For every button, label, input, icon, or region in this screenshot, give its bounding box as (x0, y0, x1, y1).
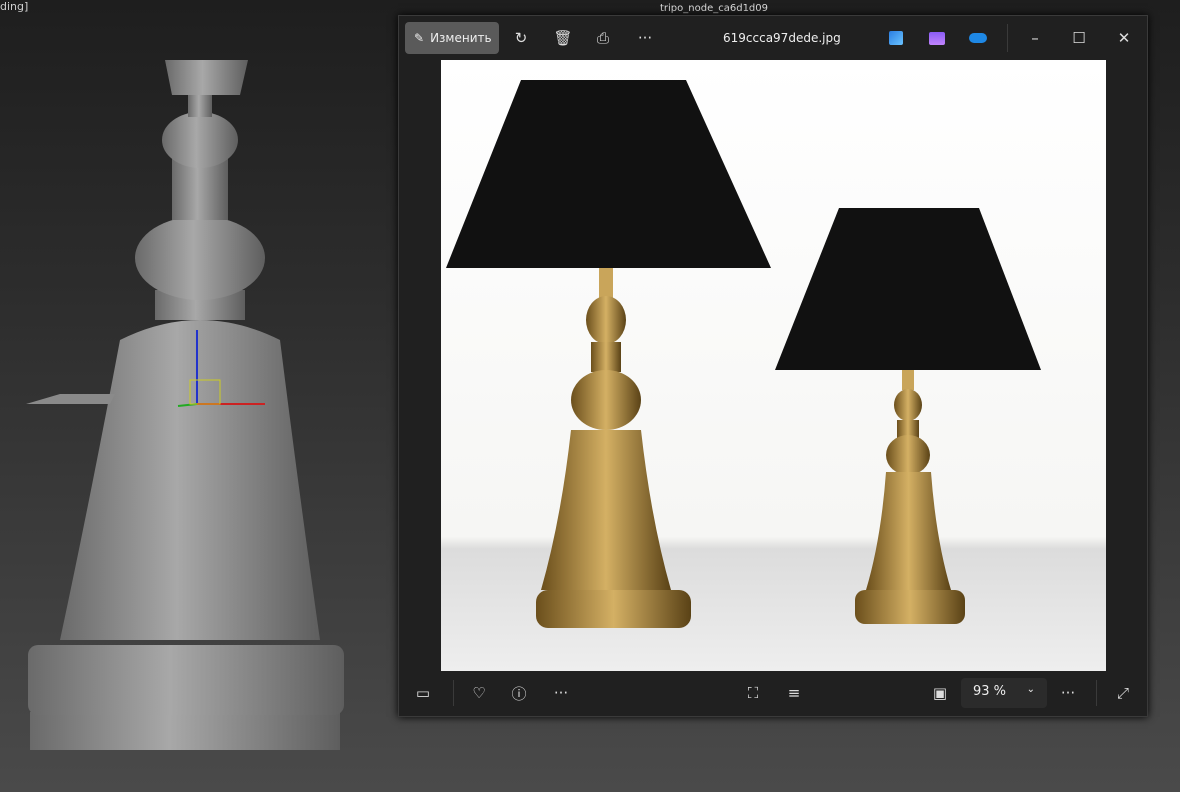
favorite-icon: ♡ (472, 684, 486, 702)
favorite-button[interactable]: ♡ (465, 679, 493, 707)
edit-button[interactable]: ✎ Изменить (405, 22, 499, 54)
scan-button[interactable]: ⛶ (739, 679, 767, 707)
zoom-dropdown[interactable]: 93 % ⌄ (961, 678, 1047, 708)
photo-canvas[interactable] (441, 60, 1106, 671)
rotate-icon: ↻ (514, 29, 528, 47)
more-icon: ··· (637, 29, 653, 47)
text-recognition-icon: ≡ (787, 684, 801, 702)
minimize-button[interactable]: – (1021, 24, 1049, 52)
lamp-3d-model[interactable] (0, 0, 400, 792)
close-icon: ✕ (1117, 29, 1131, 47)
clipchamp-button[interactable] (923, 24, 951, 52)
photos-editor-button[interactable] (882, 24, 910, 52)
onedrive-icon (969, 33, 987, 43)
file-name: 619ccca97dede.jpg (723, 31, 841, 45)
maximize-button[interactable]: ☐ (1065, 24, 1093, 52)
more-button[interactable]: ··· (547, 679, 575, 707)
filmstrip-button[interactable]: ▭ (409, 679, 437, 707)
close-button[interactable]: ✕ (1110, 24, 1138, 52)
maximize-icon: ☐ (1072, 29, 1086, 47)
top-toolbar: ✎ Изменить ↻ 🗑 ⎙ ··· 619ccca97dede.jpg – … (399, 16, 1147, 60)
more-icon: ··· (553, 684, 569, 702)
info-icon: ⓘ (511, 684, 527, 703)
photo-viewer-window: ✎ Изменить ↻ 🗑 ⎙ ··· 619ccca97dede.jpg – … (398, 15, 1148, 717)
print-button[interactable]: ⎙ (589, 24, 617, 52)
minimize-icon: – (1031, 29, 1039, 47)
scan-icon: ⛶ (747, 684, 759, 702)
actual-size-button[interactable]: ▣ (926, 679, 954, 707)
fullscreen-button[interactable]: ⤢ (1109, 679, 1137, 707)
fullscreen-icon: ⤢ (1116, 684, 1129, 702)
bottom-toolbar: ▭ ♡ ⓘ ··· ⛶ ≡ ▣ 93 % ⌄ ··· ⤢ (399, 670, 1147, 716)
more-button[interactable]: ··· (631, 24, 659, 52)
print-icon: ⎙ (596, 29, 609, 47)
clipchamp-icon (929, 31, 945, 45)
window-title: tripo_node_ca6d1d09 (660, 3, 769, 14)
lamps-photo (446, 80, 1041, 628)
photos-editor-icon (889, 31, 903, 45)
actual-size-icon: ▣ (932, 684, 948, 702)
more-icon: ··· (1060, 684, 1076, 702)
onedrive-button[interactable] (964, 24, 992, 52)
info-button[interactable]: ⓘ (505, 679, 533, 707)
more-button[interactable]: ··· (1054, 679, 1082, 707)
text-recognition-button[interactable]: ≡ (780, 679, 808, 707)
rotate-button[interactable]: ↻ (507, 24, 535, 52)
viewport-label: ding] (0, 0, 29, 13)
edit-icon: ✎ (414, 31, 425, 45)
delete-button[interactable]: 🗑 (549, 24, 577, 52)
delete-icon: 🗑 (553, 29, 573, 47)
chevron-down-icon: ⌄ (1026, 684, 1035, 695)
filmstrip-icon: ▭ (415, 684, 431, 702)
